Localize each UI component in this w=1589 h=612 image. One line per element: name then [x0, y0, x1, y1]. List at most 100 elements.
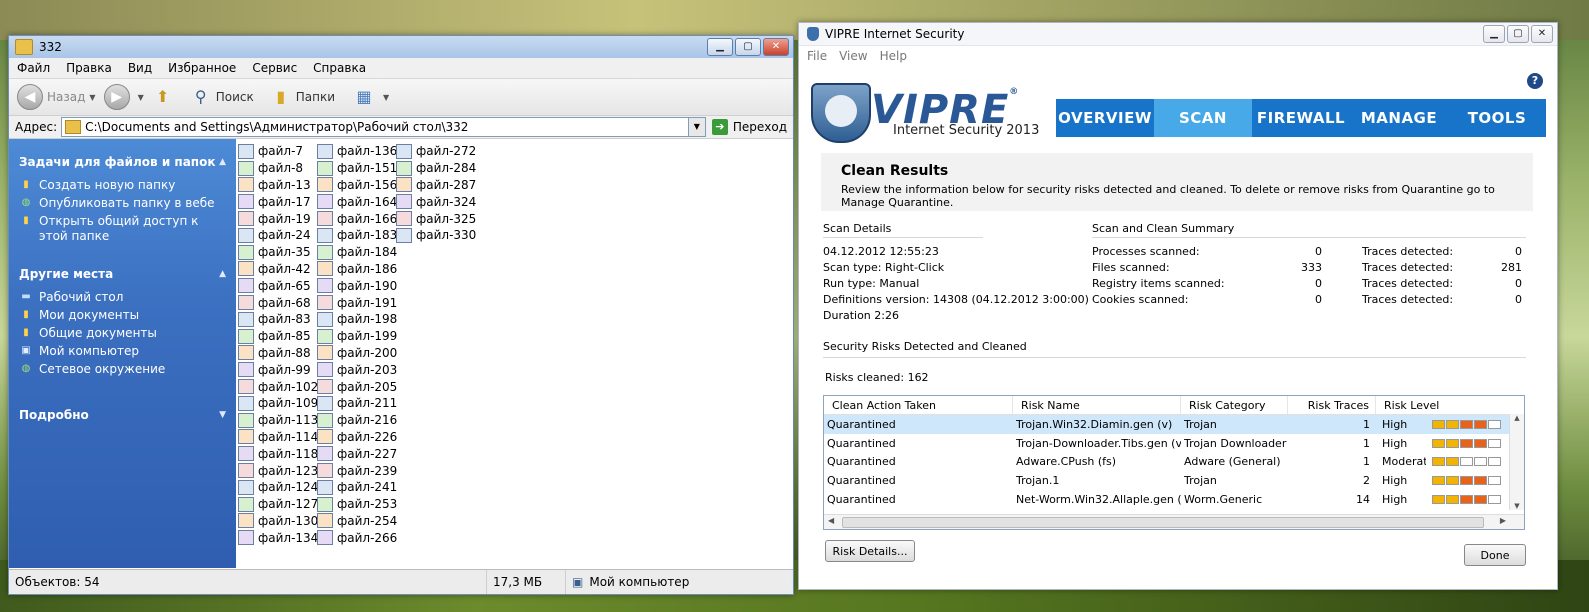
scroll-up-icon[interactable]: ▲: [1510, 414, 1524, 422]
menu-help[interactable]: Справка: [305, 61, 374, 75]
chevron-up-icon[interactable]: ▲: [219, 269, 226, 279]
menu-edit[interactable]: Правка: [58, 61, 120, 75]
file-item[interactable]: файл-17: [238, 193, 318, 210]
tab-firewall[interactable]: FIREWALL: [1252, 99, 1350, 137]
file-item[interactable]: файл-24: [238, 227, 318, 244]
place-shared-documents[interactable]: ▮ Общие документы: [19, 326, 226, 341]
file-item[interactable]: файл-124: [238, 479, 318, 496]
file-item[interactable]: файл-324: [396, 193, 476, 210]
file-item[interactable]: файл-211: [317, 395, 397, 412]
table-row[interactable]: Quarantined Net-Worm.Win32.Allaple.gen (v…: [824, 490, 1524, 509]
file-item[interactable]: файл-254: [317, 513, 397, 530]
file-item[interactable]: файл-151: [317, 160, 397, 177]
help-icon[interactable]: ?: [1527, 73, 1543, 89]
chevron-down-icon[interactable]: ▼: [138, 93, 144, 102]
file-item[interactable]: файл-42: [238, 261, 318, 278]
col-risk-traces[interactable]: Risk Traces: [1288, 396, 1376, 414]
up-button[interactable]: ⬆: [152, 86, 178, 108]
close-button[interactable]: ✕: [1531, 25, 1553, 43]
file-item[interactable]: файл-88: [238, 345, 318, 362]
file-item[interactable]: файл-127: [238, 496, 318, 513]
vertical-scrollbar[interactable]: ▲ ▼: [1509, 414, 1524, 510]
minimize-button[interactable]: ▁: [1483, 25, 1505, 43]
place-desktop[interactable]: ▬ Рабочий стол: [19, 290, 226, 305]
file-item[interactable]: файл-198: [317, 311, 397, 328]
file-item[interactable]: файл-272: [396, 143, 476, 160]
file-item[interactable]: файл-156: [317, 177, 397, 194]
tab-overview[interactable]: OVERVIEW: [1056, 99, 1154, 137]
file-item[interactable]: файл-83: [238, 311, 318, 328]
col-risk-name[interactable]: Risk Name: [1013, 396, 1181, 414]
views-button[interactable]: ▦ ▼: [353, 86, 389, 108]
file-item[interactable]: файл-130: [238, 513, 318, 530]
file-item[interactable]: файл-118: [238, 445, 318, 462]
places-header[interactable]: Другие места ▲: [9, 263, 236, 285]
menu-view[interactable]: View: [839, 49, 867, 63]
file-item[interactable]: файл-330: [396, 227, 476, 244]
file-item[interactable]: файл-226: [317, 429, 397, 446]
col-clean-action[interactable]: Clean Action Taken: [824, 396, 1013, 414]
chevron-down-icon[interactable]: ▼: [383, 93, 389, 102]
scroll-down-icon[interactable]: ▼: [1510, 502, 1524, 510]
chevron-down-icon[interactable]: ▼: [219, 410, 226, 420]
back-button[interactable]: ◀ Назад ▼: [17, 84, 96, 110]
scroll-left-icon[interactable]: ◀: [828, 516, 834, 525]
menu-favorites[interactable]: Избранное: [160, 61, 244, 75]
file-item[interactable]: файл-253: [317, 496, 397, 513]
chevron-down-icon[interactable]: ▼: [89, 93, 95, 102]
col-risk-category[interactable]: Risk Category: [1181, 396, 1288, 414]
menu-help[interactable]: Help: [880, 49, 907, 63]
place-my-computer[interactable]: ▣ Мой компьютер: [19, 344, 226, 359]
vipre-titlebar[interactable]: VIPRE Internet Security ▁ ▢ ✕: [799, 23, 1557, 46]
table-row[interactable]: Quarantined Trojan-Downloader.Tibs.gen (v…: [824, 434, 1524, 453]
maximize-button[interactable]: ▢: [1507, 25, 1529, 43]
search-button[interactable]: ⚲ Поиск: [190, 86, 254, 108]
address-input[interactable]: C:\Documents and Settings\Администратор\…: [61, 117, 706, 137]
file-item[interactable]: файл-241: [317, 479, 397, 496]
task-new-folder[interactable]: ▮ Создать новую папку: [19, 178, 226, 193]
file-item[interactable]: файл-164: [317, 193, 397, 210]
file-item[interactable]: файл-109: [238, 395, 318, 412]
task-share-folder[interactable]: ▮ Открыть общий доступ к этой папке: [19, 214, 226, 244]
scroll-right-icon[interactable]: ▶: [1500, 516, 1506, 525]
file-item[interactable]: файл-284: [396, 160, 476, 177]
file-item[interactable]: файл-287: [396, 177, 476, 194]
chevron-up-icon[interactable]: ▲: [219, 157, 226, 167]
tab-scan[interactable]: SCAN: [1154, 99, 1252, 137]
chevron-down-icon[interactable]: ▼: [687, 118, 705, 136]
file-item[interactable]: файл-186: [317, 261, 397, 278]
maximize-button[interactable]: ▢: [735, 38, 761, 56]
minimize-button[interactable]: ▁: [707, 38, 733, 56]
forward-button[interactable]: ▶ ▼: [103, 84, 144, 110]
file-item[interactable]: файл-199: [317, 328, 397, 345]
file-item[interactable]: файл-239: [317, 462, 397, 479]
tab-manage[interactable]: MANAGE: [1350, 99, 1448, 137]
file-item[interactable]: файл-184: [317, 244, 397, 261]
file-item[interactable]: файл-205: [317, 378, 397, 395]
table-row[interactable]: Quarantined Trojan.Win32.Diamin.gen (v) Tr…: [824, 415, 1524, 434]
file-item[interactable]: файл-191: [317, 294, 397, 311]
col-risk-level[interactable]: Risk Level: [1376, 396, 1508, 414]
table-row[interactable]: Quarantined Trojan.1 Trojan 2 High: [824, 471, 1524, 490]
file-item[interactable]: файл-136: [317, 143, 397, 160]
tasks-header[interactable]: Задачи для файлов и папок ▲: [9, 151, 236, 173]
file-item[interactable]: файл-216: [317, 412, 397, 429]
file-item[interactable]: файл-35: [238, 244, 318, 261]
file-item[interactable]: файл-68: [238, 294, 318, 311]
file-item[interactable]: файл-203: [317, 361, 397, 378]
details-header[interactable]: Подробно ▼: [9, 404, 236, 426]
file-item[interactable]: файл-13: [238, 177, 318, 194]
file-item[interactable]: файл-19: [238, 210, 318, 227]
file-item[interactable]: файл-266: [317, 529, 397, 546]
tab-tools[interactable]: TOOLS: [1448, 99, 1546, 137]
file-item[interactable]: файл-113: [238, 412, 318, 429]
file-item[interactable]: файл-123: [238, 462, 318, 479]
file-item[interactable]: файл-65: [238, 277, 318, 294]
menu-file[interactable]: Файл: [9, 61, 58, 75]
file-item[interactable]: файл-166: [317, 210, 397, 227]
menu-file[interactable]: File: [807, 49, 827, 63]
table-row[interactable]: Quarantined Adware.CPush (fs) Adware (Gene…: [824, 452, 1524, 471]
scroll-thumb[interactable]: [842, 517, 1484, 528]
done-button[interactable]: Done: [1464, 544, 1526, 566]
file-item[interactable]: файл-200: [317, 345, 397, 362]
